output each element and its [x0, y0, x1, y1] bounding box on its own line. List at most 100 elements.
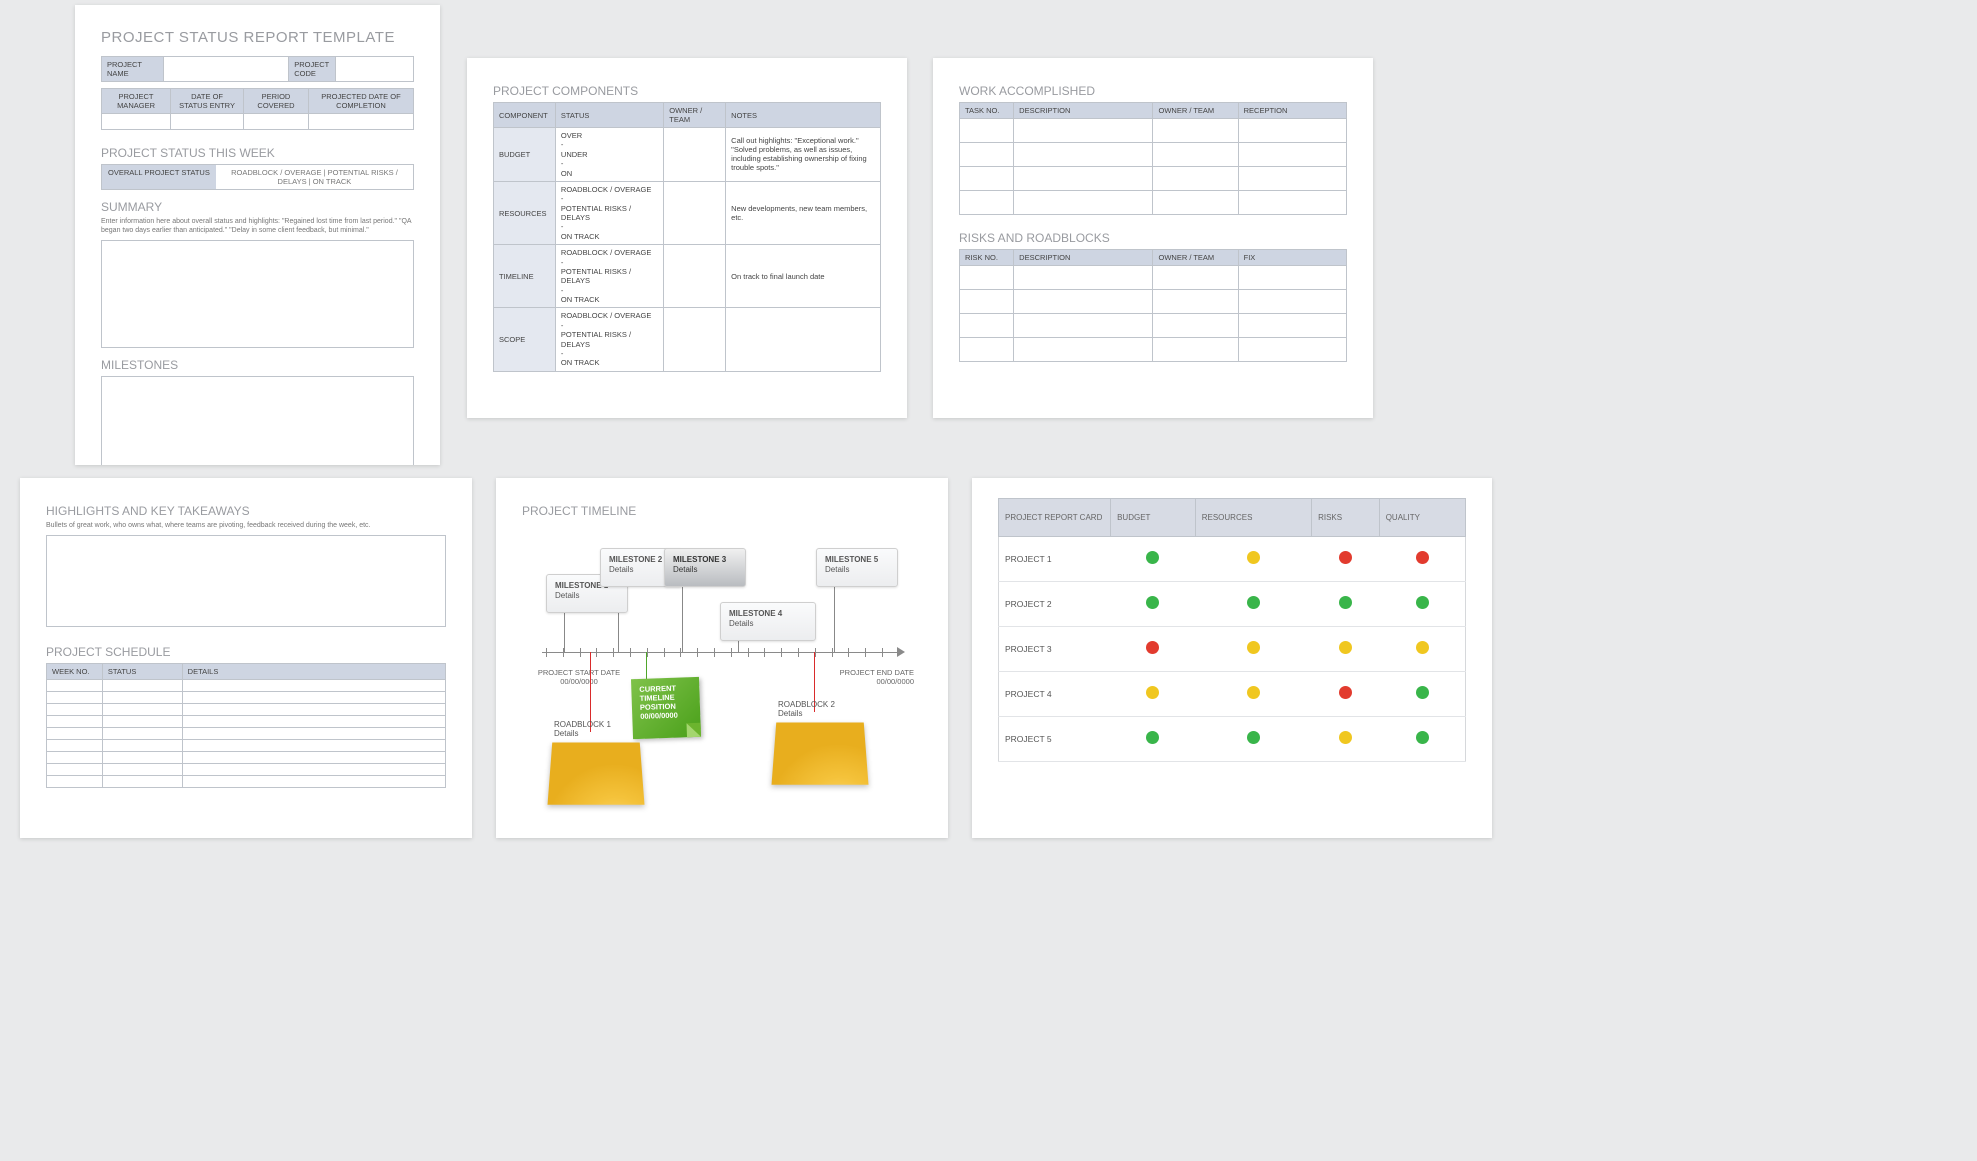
cell[interactable] — [1153, 119, 1238, 143]
row-label: TIMELINE — [494, 245, 556, 308]
th-project-name: PROJECT NAME — [102, 57, 164, 82]
cell[interactable] — [335, 57, 413, 82]
cell[interactable] — [171, 114, 244, 130]
cell[interactable] — [182, 727, 445, 739]
cell-notes[interactable] — [726, 308, 881, 371]
cell[interactable] — [182, 679, 445, 691]
cell[interactable] — [102, 727, 182, 739]
status-options[interactable]: ROADBLOCK / OVERAGE | POTENTIAL RISKS / … — [216, 165, 413, 189]
cell[interactable] — [47, 763, 103, 775]
cell-owner[interactable] — [664, 308, 726, 371]
cell-status[interactable]: ROADBLOCK / OVERAGE - POTENTIAL RISKS / … — [555, 245, 663, 308]
cell-status[interactable]: ROADBLOCK / OVERAGE - POTENTIAL RISKS / … — [555, 181, 663, 244]
cell-notes[interactable]: On track to final launch date — [726, 245, 881, 308]
cell[interactable] — [960, 143, 1014, 167]
milestones-box[interactable] — [101, 376, 414, 466]
cell-notes[interactable]: New developments, new team members, etc. — [726, 181, 881, 244]
cell[interactable] — [182, 751, 445, 763]
cell[interactable] — [102, 679, 182, 691]
txt: Details — [554, 729, 578, 738]
cell[interactable] — [182, 775, 445, 787]
cell[interactable] — [1153, 338, 1238, 362]
cell[interactable] — [1238, 338, 1346, 362]
cell[interactable] — [1153, 290, 1238, 314]
cell[interactable] — [1238, 191, 1346, 215]
cell[interactable] — [1238, 266, 1346, 290]
cell[interactable] — [244, 114, 309, 130]
highlights-box[interactable] — [46, 535, 446, 627]
cell[interactable] — [182, 763, 445, 775]
cell[interactable] — [1014, 338, 1153, 362]
cell[interactable] — [1014, 143, 1153, 167]
status-cell — [1111, 672, 1196, 717]
cell[interactable] — [102, 114, 171, 130]
cell[interactable] — [1014, 290, 1153, 314]
summary-box[interactable] — [101, 240, 414, 348]
row-name: PROJECT 4 — [999, 672, 1111, 717]
cell[interactable] — [182, 691, 445, 703]
cell[interactable] — [47, 679, 103, 691]
cell-status[interactable]: ROADBLOCK / OVERAGE - POTENTIAL RISKS / … — [555, 308, 663, 371]
txt: PROJECT START DATE — [538, 668, 620, 677]
cell[interactable] — [1238, 290, 1346, 314]
cell[interactable] — [1238, 314, 1346, 338]
status-cell — [1111, 582, 1196, 627]
cell[interactable] — [102, 763, 182, 775]
cell[interactable] — [960, 119, 1014, 143]
cell[interactable] — [182, 739, 445, 751]
cell[interactable] — [1014, 266, 1153, 290]
cell[interactable] — [960, 191, 1014, 215]
cell[interactable] — [1238, 167, 1346, 191]
cell[interactable] — [182, 715, 445, 727]
status-cell — [1379, 582, 1465, 627]
cell[interactable] — [47, 691, 103, 703]
tick — [580, 648, 581, 657]
cell[interactable] — [1238, 143, 1346, 167]
cell[interactable] — [102, 703, 182, 715]
cell[interactable] — [47, 739, 103, 751]
cell[interactable] — [1014, 119, 1153, 143]
cell[interactable] — [1014, 314, 1153, 338]
cell[interactable] — [102, 739, 182, 751]
status-dot-icon — [1146, 551, 1159, 564]
cell[interactable] — [960, 266, 1014, 290]
cell[interactable] — [308, 114, 413, 130]
cell[interactable] — [102, 691, 182, 703]
row-label: RESOURCES — [494, 181, 556, 244]
cell[interactable] — [102, 715, 182, 727]
cell[interactable] — [1153, 266, 1238, 290]
cell[interactable] — [960, 314, 1014, 338]
cell-owner[interactable] — [664, 181, 726, 244]
th: PERIOD COVERED — [244, 89, 309, 114]
status-dot-icon — [1339, 551, 1352, 564]
cell[interactable] — [47, 727, 103, 739]
cell-notes[interactable]: Call out highlights: "Exceptional work."… — [726, 128, 881, 182]
cell[interactable] — [1014, 167, 1153, 191]
status-cell — [1195, 582, 1311, 627]
cell[interactable] — [1153, 143, 1238, 167]
cell[interactable] — [1153, 167, 1238, 191]
cell-status[interactable]: OVER - UNDER - ON — [555, 128, 663, 182]
cell[interactable] — [1153, 191, 1238, 215]
cell[interactable] — [47, 751, 103, 763]
txt: ROADBLOCK 1 — [554, 720, 611, 729]
cell[interactable] — [960, 290, 1014, 314]
cell[interactable] — [960, 338, 1014, 362]
cell[interactable] — [47, 715, 103, 727]
cell[interactable] — [47, 775, 103, 787]
cell[interactable] — [102, 775, 182, 787]
risks-table: RISK NO. DESCRIPTION OWNER / TEAM FIX — [959, 249, 1347, 362]
cell-owner[interactable] — [664, 245, 726, 308]
stem — [834, 578, 835, 652]
cell[interactable] — [164, 57, 289, 82]
tick — [697, 648, 698, 657]
cell[interactable] — [182, 703, 445, 715]
cell[interactable] — [1153, 314, 1238, 338]
cell-owner[interactable] — [664, 128, 726, 182]
cell[interactable] — [47, 703, 103, 715]
cell[interactable] — [102, 751, 182, 763]
row-label: SCOPE — [494, 308, 556, 371]
cell[interactable] — [1014, 191, 1153, 215]
cell[interactable] — [1238, 119, 1346, 143]
cell[interactable] — [960, 167, 1014, 191]
